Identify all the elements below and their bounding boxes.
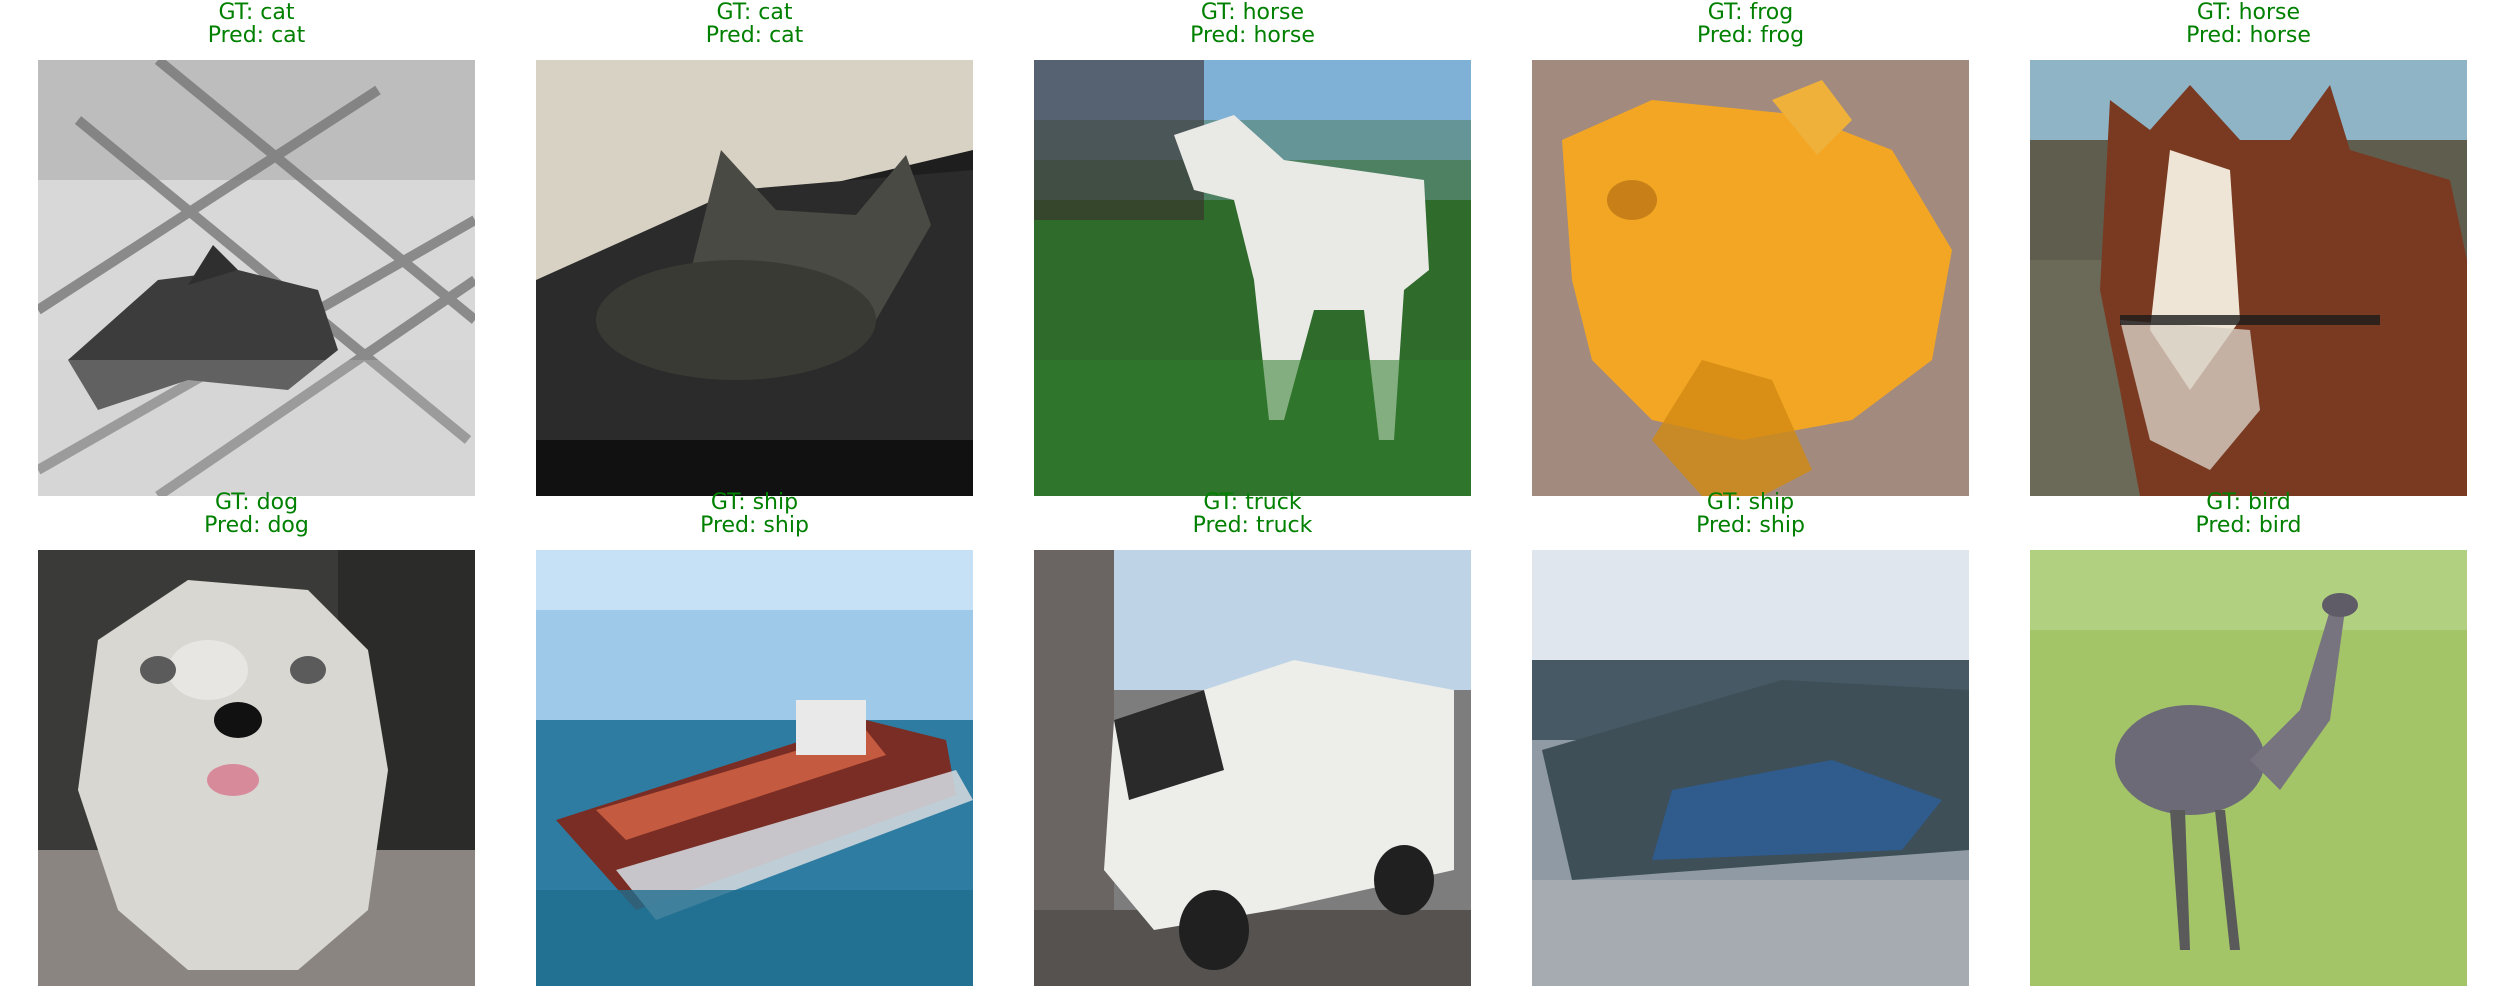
prediction-label: Pred: horse (2186, 23, 2311, 48)
ground-truth-label: GT: horse (1200, 0, 1305, 25)
ship-icon (536, 550, 973, 986)
sample-panel-9: GT: ship Pred: ship (1532, 490, 1969, 986)
cat-icon (38, 60, 475, 496)
ground-truth-label: GT: cat (218, 0, 295, 25)
prediction-label: Pred: ship (700, 513, 809, 538)
prediction-label: Pred: horse (1190, 23, 1315, 48)
prediction-label: Pred: cat (207, 23, 306, 48)
ground-truth-label: GT: truck (1203, 490, 1302, 515)
horse-icon (2030, 60, 2467, 496)
sample-panel-3: GT: horse Pred: horse (1034, 0, 1471, 496)
sample-panel-8: GT: truck Pred: truck (1034, 490, 1471, 986)
prediction-grid-figure: GT: cat Pred: cat GT: cat Pred: cat GT: … (0, 0, 2500, 1000)
ground-truth-label: GT: ship (710, 490, 799, 515)
frog-icon (1532, 60, 1969, 496)
prediction-label: Pred: frog (1696, 23, 1805, 48)
ship-icon (1532, 550, 1969, 986)
sample-panel-10: GT: bird Pred: bird (2030, 490, 2467, 986)
cat-icon (536, 60, 973, 496)
prediction-label: Pred: ship (1696, 513, 1805, 538)
sample-panel-1: GT: cat Pred: cat (38, 0, 475, 496)
ground-truth-label: GT: frog (1707, 0, 1794, 25)
horse-icon (1034, 60, 1471, 496)
prediction-label: Pred: cat (705, 23, 804, 48)
prediction-label: Pred: bird (2195, 513, 2302, 538)
ground-truth-label: GT: dog (214, 490, 299, 515)
sample-panel-2: GT: cat Pred: cat (536, 0, 973, 496)
dog-icon (38, 550, 475, 986)
prediction-label: Pred: dog (204, 513, 309, 538)
sample-panel-4: GT: frog Pred: frog (1532, 0, 1969, 496)
sample-panel-5: GT: horse Pred: horse (2030, 0, 2467, 496)
sample-panel-6: GT: dog Pred: dog (38, 490, 475, 986)
ground-truth-label: GT: horse (2196, 0, 2301, 25)
bird-icon (2030, 550, 2467, 986)
ground-truth-label: GT: bird (2206, 490, 2291, 515)
truck-icon (1034, 550, 1471, 986)
ground-truth-label: GT: cat (716, 0, 793, 25)
sample-panel-7: GT: ship Pred: ship (536, 490, 973, 986)
prediction-label: Pred: truck (1192, 513, 1313, 538)
ground-truth-label: GT: ship (1706, 490, 1795, 515)
